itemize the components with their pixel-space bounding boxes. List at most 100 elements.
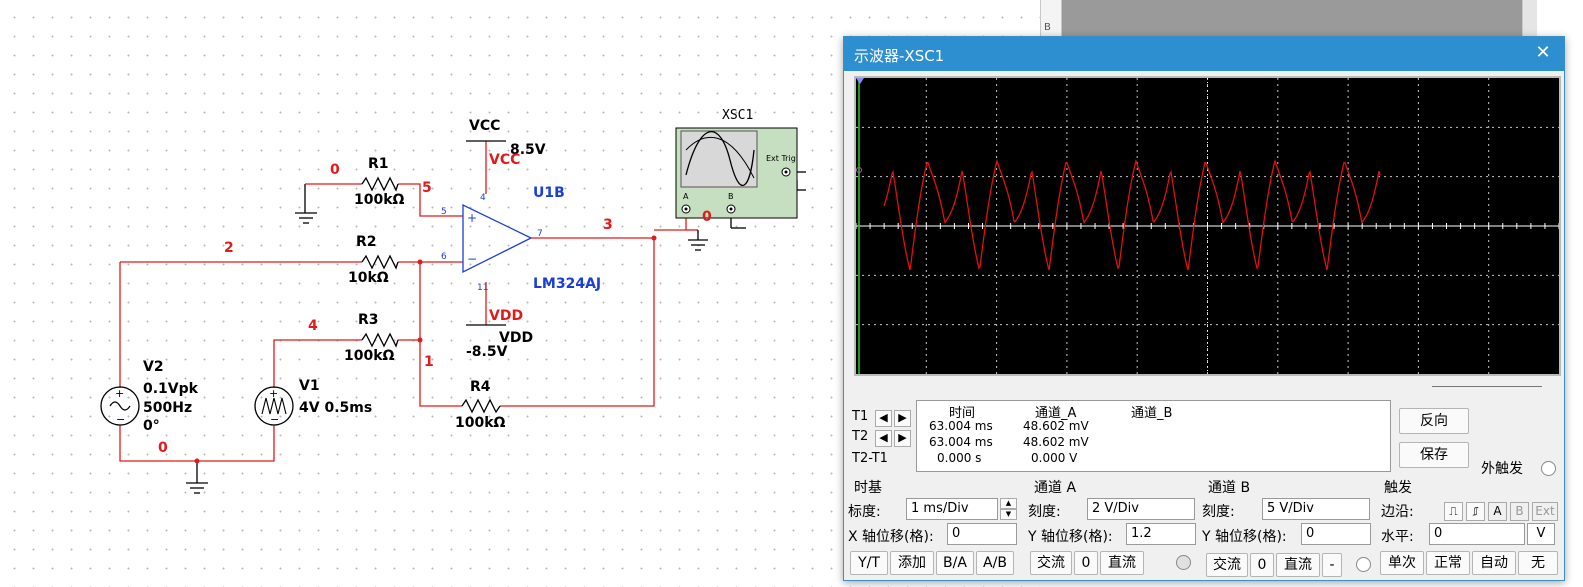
channel-b-ypos-field[interactable]: 0	[1301, 523, 1371, 545]
falling-edge-icon[interactable]: ⎎	[1466, 502, 1485, 521]
trigger-edge-label: 边沿:	[1381, 504, 1414, 520]
channel-a-dc-button[interactable]: 直流	[1100, 551, 1144, 575]
trigger-level-field[interactable]: 0	[1429, 523, 1525, 545]
svg-text:−: −	[116, 413, 125, 426]
opamp-ref: U1B	[533, 185, 565, 201]
cursor-readout: T1 ◀ ▶ T2 ◀ ▶ T2-T1 时间 通道_A 通道_B 63.004 …	[848, 400, 1391, 472]
opamp-symbol: + −	[462, 203, 533, 274]
opamp-pin4: 4	[480, 193, 486, 203]
channel-a-ypos-field[interactable]: 1.2	[1126, 523, 1196, 545]
trigger-source-ext[interactable]: Ext	[1532, 502, 1558, 521]
trigger-title: 触发	[1384, 480, 1412, 496]
window-title: 示波器-XSC1	[854, 47, 945, 65]
ba-mode-button[interactable]: B/A	[936, 551, 974, 575]
v2-name: V2	[143, 359, 164, 375]
net-label-3: 3	[603, 217, 613, 233]
save-button[interactable]: 保存	[1399, 442, 1469, 468]
oscilloscope-window[interactable]: 示波器-XSC1 ✕ T1 ◀ ▶ T2 ◀ ▶ T2-T1 时间 通道_A 通…	[843, 36, 1565, 581]
t2-right-arrow[interactable]: ▶	[894, 430, 911, 447]
row3-time: 0.000 s	[937, 451, 982, 465]
add-mode-button[interactable]: 添加	[890, 551, 934, 575]
xsc1-name: XSC1	[722, 108, 753, 123]
opamp-part: LM324AJ	[533, 276, 601, 292]
r2-value: 10kΩ	[348, 270, 389, 286]
channel-b-radio[interactable]	[1356, 557, 1371, 572]
background-letter: B	[1044, 22, 1051, 33]
readout-divider	[1432, 386, 1542, 387]
opamp-pin7: 7	[537, 229, 543, 239]
channel-b-minus-button[interactable]: -	[1322, 553, 1342, 577]
channel-a-trace	[883, 158, 1381, 271]
timebase-scale-down[interactable]: ▼	[1000, 509, 1017, 520]
v2-frequency: 500Hz	[143, 400, 192, 416]
r2-name: R2	[356, 234, 377, 250]
r3-name: R3	[358, 312, 379, 328]
channel-a-title: 通道 A	[1034, 480, 1077, 496]
svg-text:+: +	[269, 387, 278, 400]
reverse-button[interactable]: 反向	[1399, 408, 1469, 434]
yt-mode-button[interactable]: Y/T	[850, 551, 888, 575]
r4-value: 100kΩ	[455, 415, 506, 431]
trigger-auto-button[interactable]: 自动	[1472, 551, 1516, 575]
timebase-scale-up[interactable]: ▲	[1000, 498, 1017, 509]
scope-screen[interactable]	[854, 76, 1561, 376]
opamp-pin6: 6	[441, 252, 447, 262]
vdd-value: -8.5V	[466, 344, 508, 360]
t2-label: T2	[852, 429, 869, 444]
net-label-5: 5	[422, 180, 432, 196]
svg-text:+: +	[115, 387, 124, 400]
title-bar[interactable]: 示波器-XSC1 ✕	[844, 37, 1564, 71]
t2-left-arrow[interactable]: ◀	[875, 430, 892, 447]
svg-text:+: +	[467, 211, 477, 225]
t1-right-arrow[interactable]: ▶	[894, 410, 911, 427]
xsc1-a-label: A	[683, 192, 689, 201]
channel-a-ypos-label: Y 轴位移(格):	[1028, 529, 1113, 545]
ext-trigger-label: 外触发	[1481, 461, 1523, 477]
xsc1-ext-trig: Ext Trig	[766, 154, 796, 163]
channel-a-radio[interactable]	[1176, 555, 1191, 570]
ab-mode-button[interactable]: A/B	[976, 551, 1014, 575]
timebase-scale-field[interactable]: 1 ms/Div	[906, 498, 998, 520]
trigger-none-button[interactable]: 无	[1518, 551, 1558, 575]
trigger-single-button[interactable]: 单次	[1380, 551, 1424, 575]
channel-a-zero-button[interactable]: 0	[1074, 551, 1098, 575]
v2-amplitude: 0.1Vpk	[143, 381, 199, 397]
svg-text:−: −	[467, 252, 477, 266]
r4-name: R4	[470, 379, 491, 395]
net-label-0-bottom: 0	[158, 440, 168, 456]
v2-phase: 0°	[143, 418, 160, 434]
opamp-pin5: 5	[441, 207, 447, 217]
trigger-normal-button[interactable]: 正常	[1426, 551, 1470, 575]
row2-time: 63.004 ms	[929, 435, 993, 449]
channel-a-scale-field[interactable]: 2 V/Div	[1087, 498, 1195, 520]
channel-a-scale-label: 刻度:	[1028, 504, 1061, 520]
channel-b-ac-button[interactable]: 交流	[1206, 553, 1248, 577]
channel-b-ypos-label: Y 轴位移(格):	[1202, 529, 1287, 545]
channel-a-ac-button[interactable]: 交流	[1030, 551, 1072, 575]
channel-b-scale-field[interactable]: 5 V/Div	[1262, 498, 1370, 520]
ext-trigger-radio[interactable]	[1541, 461, 1556, 476]
background-panel	[1062, 0, 1522, 40]
vcc-pin-label: VCC	[489, 152, 520, 168]
trigger-source-a[interactable]: A	[1488, 502, 1507, 521]
xsc1-b-label: B	[728, 192, 734, 201]
net-label-4: 4	[308, 318, 318, 334]
cursor-t1-marker	[856, 78, 864, 84]
channel-b-dc-button[interactable]: 直流	[1276, 553, 1320, 577]
r1-value: 100kΩ	[354, 192, 405, 208]
net-label-1: 1	[424, 354, 434, 370]
close-button[interactable]: ✕	[1532, 42, 1554, 64]
trigger-level-label: 水平:	[1381, 529, 1414, 545]
junctions	[194, 235, 657, 464]
x-position-field[interactable]: 0	[947, 523, 1017, 545]
channel-b-zero-button[interactable]: 0	[1250, 553, 1274, 577]
trigger-source-b[interactable]: B	[1510, 502, 1529, 521]
row2-channel-a: 48.602 mV	[1023, 435, 1089, 449]
schematic-diagram: + − + − + − 0 R1 100kΩ 5 2 R2 10kΩ 4 R3 …	[100, 108, 806, 494]
rising-edge-icon[interactable]: ⎍	[1444, 502, 1463, 521]
background-scrollbar	[1040, 0, 1062, 40]
t1-left-arrow[interactable]: ◀	[875, 410, 892, 427]
opamp-pin11: 11	[477, 283, 488, 293]
trigger-level-unit[interactable]: V	[1527, 523, 1555, 545]
timebase-scale-label: 标度:	[848, 504, 881, 520]
